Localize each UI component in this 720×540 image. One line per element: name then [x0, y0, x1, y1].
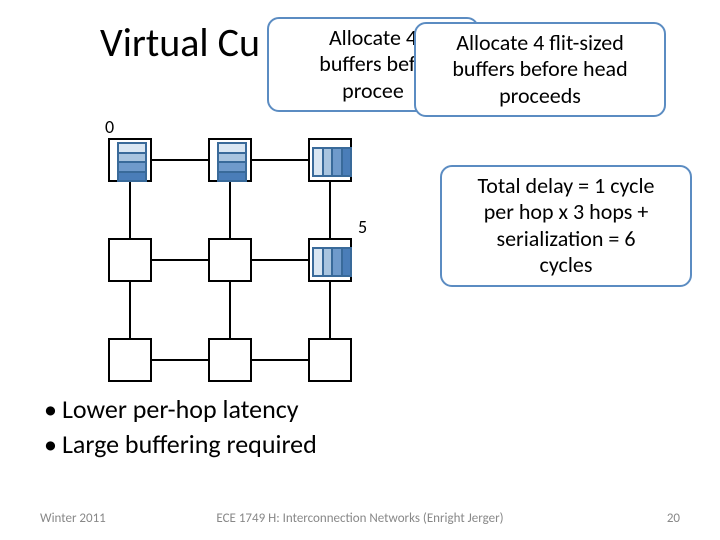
flit — [218, 162, 246, 172]
flit — [218, 153, 246, 163]
bullet-list: • Lower per-hop latency • Large bufferin… — [44, 392, 317, 462]
node-5 — [308, 238, 352, 282]
mesh-link — [152, 259, 208, 261]
flit — [118, 172, 146, 182]
bullet-item: • Lower per-hop latency — [44, 392, 317, 427]
flit — [313, 148, 323, 176]
flit — [218, 143, 246, 153]
flit — [342, 148, 352, 176]
mesh-link — [129, 182, 131, 238]
footer-center: ECE 1749 H: Interconnection Networks (En… — [0, 511, 720, 526]
flit — [323, 248, 333, 276]
flit — [342, 248, 352, 276]
node-2 — [308, 138, 352, 182]
mesh-link — [252, 159, 308, 161]
flit — [313, 248, 323, 276]
callout-front: Allocate 4 flit-sized buffers before hea… — [414, 22, 666, 117]
mesh-link — [229, 282, 231, 338]
slide-title: Virtual Cu — [100, 18, 260, 67]
bullet-dot-icon: • — [44, 392, 62, 427]
mesh-link — [329, 282, 331, 338]
mesh-link — [152, 359, 208, 361]
callout-delay: Total delay = 1 cycle per hop x 3 hops +… — [440, 165, 692, 287]
mesh-link — [252, 259, 308, 261]
node-4 — [208, 238, 252, 282]
mesh-link — [329, 182, 331, 238]
node-0 — [108, 138, 152, 182]
node-7 — [208, 338, 252, 382]
flit — [323, 148, 333, 176]
flit — [118, 162, 146, 172]
bullet-dot-icon: • — [44, 427, 62, 462]
bullet-text: Lower per-hop latency — [62, 392, 299, 427]
node-8 — [308, 338, 352, 382]
flit-bands-vert — [117, 142, 147, 182]
flit-bands-vert — [217, 142, 247, 182]
node-1 — [208, 138, 252, 182]
node-label-0: 0 — [105, 116, 114, 138]
flit — [218, 172, 246, 182]
mesh-link — [252, 359, 308, 361]
mesh-link — [229, 182, 231, 238]
flit-bands-horiz — [312, 147, 352, 177]
flit — [118, 153, 146, 163]
bullet-text: Large buffering required — [62, 427, 317, 462]
mesh-link — [129, 282, 131, 338]
node-3 — [108, 238, 152, 282]
node-6 — [108, 338, 152, 382]
mesh-link — [152, 159, 208, 161]
flit — [118, 143, 146, 153]
flit — [332, 248, 342, 276]
footer-right: 20 — [667, 511, 680, 526]
node-label-5: 5 — [358, 216, 367, 238]
bullet-item: • Large buffering required — [44, 427, 317, 462]
flit-bands-horiz — [312, 247, 352, 277]
flit — [332, 148, 342, 176]
